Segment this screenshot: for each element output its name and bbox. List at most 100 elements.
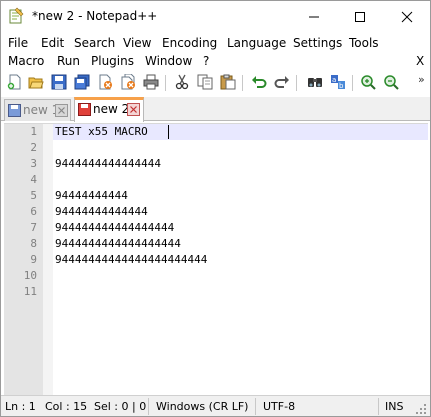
fold-margin[interactable] bbox=[43, 124, 53, 395]
copy-button[interactable] bbox=[196, 72, 214, 92]
close-tab-icon[interactable] bbox=[55, 104, 68, 117]
toolbar-overflow-button[interactable]: » bbox=[418, 73, 425, 86]
save-button[interactable] bbox=[50, 72, 68, 92]
menu-file[interactable]: File bbox=[8, 35, 28, 51]
text-caret bbox=[168, 125, 169, 139]
status-bar: Ln : 1 Col : 15 Sel : 0 | 0 Windows (CR … bbox=[1, 395, 430, 416]
open-file-button[interactable] bbox=[27, 72, 45, 92]
undo-icon bbox=[252, 76, 267, 88]
save-all-button[interactable] bbox=[73, 72, 91, 92]
code-line[interactable]: 9444444444444444 bbox=[55, 156, 161, 172]
tab-new-1[interactable]: new 1 bbox=[4, 99, 71, 121]
paste-icon bbox=[220, 74, 236, 90]
toolbar-separator bbox=[296, 75, 297, 91]
replace-icon: a b bbox=[331, 75, 345, 90]
status-line: Ln : 1 bbox=[5, 400, 36, 413]
menu-view[interactable]: View bbox=[123, 35, 151, 51]
text-editor[interactable]: 1 2 3 4 5 6 7 8 9 10 11 TEST x55 MACRO 9… bbox=[4, 123, 428, 395]
close-file-button[interactable] bbox=[96, 72, 114, 92]
close-window-button[interactable] bbox=[384, 1, 430, 31]
menu-tools[interactable]: Tools bbox=[349, 35, 379, 51]
minimize-button[interactable] bbox=[291, 1, 337, 31]
menu-window[interactable]: Window bbox=[145, 53, 192, 69]
find-button[interactable] bbox=[306, 72, 324, 92]
replace-button[interactable]: a b bbox=[329, 72, 347, 92]
notepadpp-app-icon[interactable] bbox=[8, 7, 24, 24]
menu-help[interactable]: ? bbox=[203, 53, 209, 69]
zoom-in-icon bbox=[361, 75, 376, 90]
maximize-icon bbox=[355, 12, 365, 22]
menu-macro[interactable]: Macro bbox=[8, 53, 44, 69]
svg-text:a: a bbox=[332, 76, 336, 84]
save-all-icon bbox=[74, 74, 90, 90]
toolbar-separator bbox=[352, 75, 353, 91]
resize-grip-icon[interactable] bbox=[415, 403, 427, 415]
window-title: *new 2 - Notepad++ bbox=[32, 9, 158, 23]
line-number: 10 bbox=[23, 269, 37, 282]
line-number: 1 bbox=[30, 125, 37, 138]
open-file-icon bbox=[28, 77, 44, 89]
code-line[interactable]: 94444444444444 bbox=[55, 204, 148, 220]
menu-encoding[interactable]: Encoding bbox=[162, 35, 217, 51]
code-line[interactable]: 944444444444444444 bbox=[55, 220, 174, 236]
cut-icon bbox=[175, 74, 189, 90]
status-selection: Sel : 0 | 0 bbox=[94, 400, 147, 413]
print-icon bbox=[143, 74, 159, 90]
svg-text:b: b bbox=[339, 82, 344, 90]
close-all-icon bbox=[121, 74, 135, 90]
status-column: Col : 15 bbox=[45, 400, 88, 413]
close-document-button[interactable]: X bbox=[416, 53, 424, 69]
toolbar: a b bbox=[1, 71, 430, 95]
line-number: 7 bbox=[30, 221, 37, 234]
line-number: 5 bbox=[30, 189, 37, 202]
zoom-out-icon bbox=[384, 75, 399, 90]
menu-run[interactable]: Run bbox=[57, 53, 80, 69]
tab-bar: new 1 new 2 bbox=[1, 97, 430, 122]
maximize-button[interactable] bbox=[337, 1, 383, 31]
status-eol-format[interactable]: Windows (CR LF) bbox=[156, 400, 248, 414]
toolbar-separator bbox=[165, 75, 166, 91]
redo-icon bbox=[274, 76, 289, 88]
menu-plugins[interactable]: Plugins bbox=[91, 53, 134, 69]
tab-label: new 1 bbox=[23, 103, 60, 117]
undo-button[interactable] bbox=[250, 72, 268, 92]
status-separator bbox=[148, 398, 149, 415]
find-icon bbox=[308, 78, 322, 87]
status-encoding[interactable]: UTF-8 bbox=[263, 400, 295, 414]
saved-file-icon bbox=[8, 104, 21, 117]
menu-language[interactable]: Language bbox=[227, 35, 286, 51]
save-icon bbox=[51, 74, 67, 90]
code-line[interactable]: TEST x55 MACRO bbox=[55, 124, 148, 140]
close-all-button[interactable] bbox=[119, 72, 137, 92]
code-line[interactable]: 9444444444444444444 bbox=[55, 236, 181, 252]
redo-button[interactable] bbox=[273, 72, 291, 92]
code-line[interactable]: 94444444444444444444444 bbox=[55, 252, 207, 268]
close-icon bbox=[401, 11, 413, 23]
minimize-icon bbox=[309, 16, 319, 18]
cut-button[interactable] bbox=[173, 72, 191, 92]
unsaved-file-icon bbox=[78, 103, 91, 116]
line-number: 4 bbox=[30, 173, 37, 186]
status-separator bbox=[255, 398, 256, 415]
menu-search[interactable]: Search bbox=[74, 35, 115, 51]
close-tab-icon[interactable] bbox=[127, 103, 140, 116]
status-insert-mode[interactable]: INS bbox=[385, 400, 403, 414]
notepadpp-window: *new 2 - Notepad++ File Edit Search View… bbox=[0, 0, 431, 417]
line-number: 11 bbox=[23, 285, 37, 298]
tab-label: new 2 bbox=[93, 102, 130, 116]
zoom-in-button[interactable] bbox=[359, 72, 377, 92]
menu-settings[interactable]: Settings bbox=[293, 35, 342, 51]
tab-new-2[interactable]: new 2 bbox=[74, 97, 144, 122]
copy-icon bbox=[197, 74, 213, 90]
paste-button[interactable] bbox=[219, 72, 237, 92]
line-number: 8 bbox=[30, 237, 37, 250]
new-file-icon bbox=[7, 74, 21, 90]
print-button[interactable] bbox=[142, 72, 160, 92]
menu-edit[interactable]: Edit bbox=[41, 35, 64, 51]
code-line[interactable]: 94444444444 bbox=[55, 188, 128, 204]
status-separator bbox=[378, 398, 379, 415]
line-number: 6 bbox=[30, 205, 37, 218]
zoom-out-button[interactable] bbox=[382, 72, 400, 92]
line-number: 2 bbox=[30, 141, 37, 154]
new-file-button[interactable] bbox=[6, 72, 24, 92]
